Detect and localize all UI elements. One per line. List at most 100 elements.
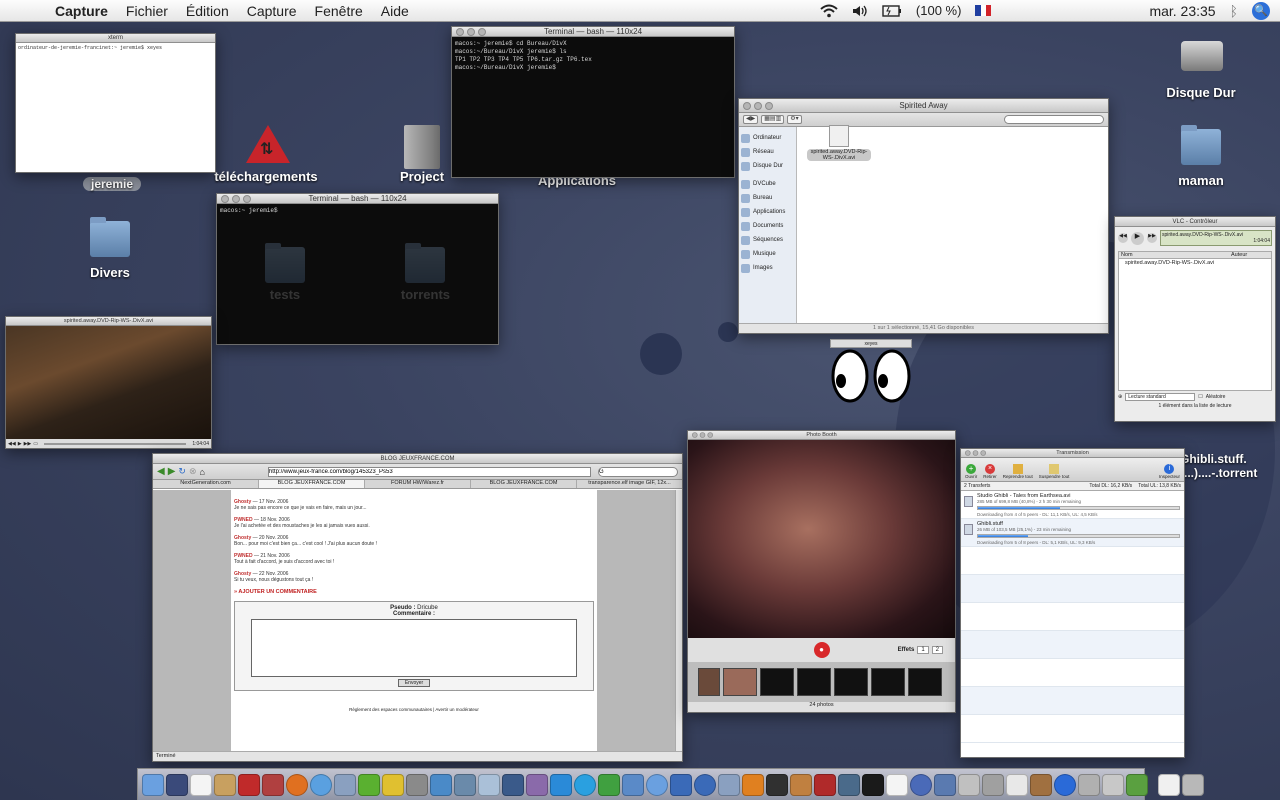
wifi-icon[interactable] xyxy=(820,4,838,18)
finder-file-item[interactable]: spirited.away.DVD-Rip-WS-.DivX.avi xyxy=(807,125,871,161)
photo-thumbnail[interactable] xyxy=(871,668,905,696)
fullscreen-icon[interactable]: ▭ xyxy=(33,441,38,447)
inspector-button[interactable]: i Inspecteur xyxy=(1159,464,1180,479)
vlc-controller-window[interactable]: VLC - Contrôleur ◀◀ ▶ ▶▶ spirited.away.D… xyxy=(1114,216,1276,422)
desktop-icon-disque-dur[interactable]: Disque Dur xyxy=(1141,33,1261,100)
terminal-window-1[interactable]: Terminal — bash — 110x24 macos:~ jeremie… xyxy=(451,26,735,178)
intel-dock-icon[interactable] xyxy=(1054,773,1076,796)
tab-nextgeneration[interactable]: NextGeneration.com xyxy=(153,480,259,488)
sidebar-item-applications[interactable]: Applications xyxy=(741,205,794,219)
search-input[interactable] xyxy=(598,466,678,477)
app-dock-icon[interactable] xyxy=(814,773,836,796)
play-icon[interactable]: ▶ xyxy=(1131,231,1144,245)
app-dock-icon[interactable] xyxy=(718,773,740,796)
app-dock-icon[interactable] xyxy=(982,773,1004,796)
close-icon[interactable] xyxy=(456,27,464,36)
desktop-icon-ghibli-torrent[interactable]: Ghibli.stuff.(...)....-.torrent xyxy=(1180,452,1280,480)
seek-slider[interactable] xyxy=(44,443,187,445)
tab-forum-hw[interactable]: FORUM HW/Warez.fr xyxy=(365,480,471,488)
action-button[interactable]: ⚙▾ xyxy=(787,115,802,124)
menu-edition[interactable]: Édition xyxy=(177,3,238,19)
zoom-icon[interactable] xyxy=(707,432,713,438)
app-dock-icon[interactable] xyxy=(1078,773,1100,796)
minimize-icon[interactable] xyxy=(467,27,475,36)
transmission-titlebar[interactable]: Transmission xyxy=(961,449,1184,458)
minimize-icon[interactable] xyxy=(754,101,762,110)
zoom-icon[interactable] xyxy=(478,27,486,36)
app-menu[interactable]: Capture xyxy=(46,3,117,19)
address-book-dock-icon[interactable] xyxy=(214,773,236,796)
app-dock-icon[interactable] xyxy=(670,773,692,796)
photo-thumbnail[interactable] xyxy=(723,668,757,696)
ichat-dock-icon[interactable] xyxy=(646,773,668,796)
limewire-dock-icon[interactable] xyxy=(358,773,380,796)
open-torrent-button[interactable]: + Ouvrir xyxy=(965,464,977,479)
browser-titlebar[interactable]: BLOG JEUXFRANCE.COM xyxy=(153,454,682,464)
app-dock-icon[interactable] xyxy=(790,773,812,796)
dashboard-dock-icon[interactable] xyxy=(166,773,188,796)
pause-all-button[interactable]: Suspendre tout xyxy=(1039,464,1069,479)
browser-scrollbar[interactable] xyxy=(675,490,682,751)
photo-booth-window[interactable]: Photo Booth ● Effets 1 2 24 photos xyxy=(687,430,956,713)
view-button[interactable]: ▦▤▥ xyxy=(761,115,785,124)
terminal-window-2[interactable]: Terminal — bash — 110x24 macos:~ jeremie… xyxy=(216,193,499,345)
app-dock-icon[interactable] xyxy=(934,773,956,796)
app-dock-icon[interactable] xyxy=(958,773,980,796)
playback-mode-select[interactable]: Lecture standard xyxy=(1125,393,1196,401)
photo-thumbnail[interactable] xyxy=(698,668,720,696)
chat-dock-icon[interactable] xyxy=(382,773,404,796)
torrent-row-1[interactable]: Studio Ghibli - Tales from Earthsea.avi … xyxy=(961,491,1184,519)
add-icon[interactable]: ⊕ xyxy=(1118,394,1122,400)
desktop-icon-divers[interactable]: Divers xyxy=(50,217,170,280)
photo-booth-titlebar[interactable]: Photo Booth xyxy=(688,431,955,440)
app-dock-icon[interactable] xyxy=(1102,773,1124,796)
tab-blog-jeuxfrance-active[interactable]: BLOG JEUXFRANCE.COM xyxy=(259,480,365,488)
app-dock-icon[interactable] xyxy=(1030,773,1052,796)
trash-dock-icon[interactable] xyxy=(1182,773,1204,796)
menu-fichier[interactable]: Fichier xyxy=(117,3,177,19)
sidebar-item-ordinateur[interactable]: Ordinateur xyxy=(741,131,794,145)
photo-thumbnail[interactable] xyxy=(834,668,868,696)
menu-fenetre[interactable]: Fenêtre xyxy=(306,3,372,19)
previous-icon[interactable]: ◀◀ xyxy=(1118,233,1128,243)
url-bar[interactable] xyxy=(267,466,591,477)
cisco-dock-icon[interactable] xyxy=(1006,773,1028,796)
zoom-icon[interactable] xyxy=(980,450,986,456)
vlc-controller-titlebar[interactable]: VLC - Contrôleur xyxy=(1115,217,1275,227)
close-icon[interactable] xyxy=(743,101,751,110)
app-dock-icon[interactable] xyxy=(838,773,860,796)
menu-capture[interactable]: Capture xyxy=(238,3,306,19)
terminal-dock-icon[interactable] xyxy=(862,773,884,796)
close-icon[interactable] xyxy=(965,450,971,456)
network-dock-icon[interactable] xyxy=(334,773,356,796)
play-icon[interactable]: ▶ xyxy=(18,441,22,447)
add-comment-link[interactable]: » AJOUTER UN COMMENTAIRE xyxy=(234,589,594,595)
bluetooth-icon[interactable]: ᛒ xyxy=(1230,3,1238,19)
home-icon[interactable]: ⌂ xyxy=(200,467,205,477)
app-dock-icon[interactable] xyxy=(478,773,500,796)
close-icon[interactable] xyxy=(692,432,698,438)
playlist-item[interactable]: spirited.away.DVD-Rip-WS-.DivX.avi xyxy=(1119,259,1271,267)
terminal-titlebar[interactable]: Terminal — bash — 110x24 xyxy=(452,27,734,37)
effects-page-2[interactable]: 2 xyxy=(931,646,943,654)
page-footer[interactable]: Règlement des espaces communautaires | A… xyxy=(234,707,594,712)
transmission-window[interactable]: Transmission + Ouvrir × Retirer Reprendre … xyxy=(960,448,1185,758)
photo-dock-icon[interactable] xyxy=(262,773,284,796)
photo-thumbnail[interactable] xyxy=(908,668,942,696)
sidebar-item-musique[interactable]: Musique xyxy=(741,247,794,261)
finder-dock-icon[interactable] xyxy=(142,773,164,796)
browser-window[interactable]: BLOG JEUXFRANCE.COM ◀ ▶ ↻ ⊗ ⌂ NextGenera… xyxy=(152,453,683,762)
minimized-window-dock-icon[interactable] xyxy=(1158,773,1180,796)
vlc-video-window[interactable]: spirited.away.DVD-Rip-WS-.DivX.avi ◀◀ ▶ … xyxy=(5,316,212,449)
search-input[interactable] xyxy=(1004,115,1104,124)
french-flag-icon[interactable] xyxy=(975,5,992,16)
camera-shutter-button[interactable]: ● xyxy=(813,642,830,658)
sidebar-item-reseau[interactable]: Réseau xyxy=(741,145,794,159)
app-dock-icon[interactable] xyxy=(1126,773,1148,796)
app-dock-icon[interactable] xyxy=(598,773,620,796)
sidebar-item-sequences[interactable]: Séquences xyxy=(741,233,794,247)
resume-all-button[interactable]: Reprendre tout xyxy=(1003,464,1033,479)
sidebar-item-images[interactable]: Images xyxy=(741,261,794,275)
xeyes-titlebar[interactable]: xeyes xyxy=(830,339,912,348)
close-icon[interactable] xyxy=(221,194,229,203)
